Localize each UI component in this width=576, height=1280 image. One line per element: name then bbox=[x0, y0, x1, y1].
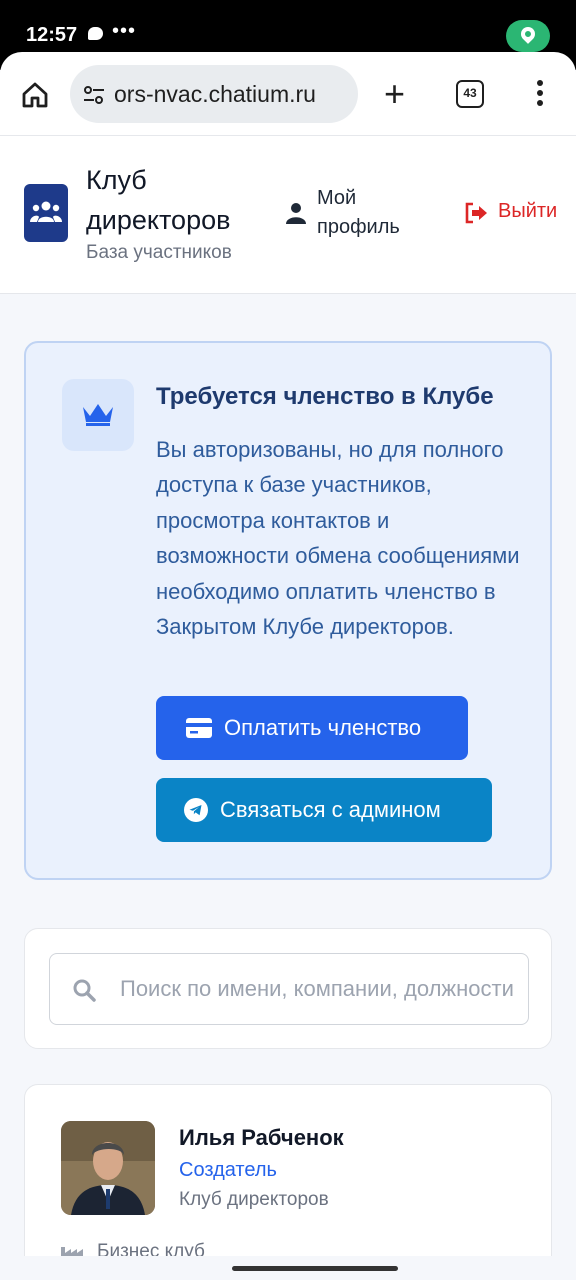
member-photo bbox=[61, 1121, 155, 1215]
search-card bbox=[24, 928, 552, 1049]
sign-out-icon bbox=[465, 202, 487, 224]
status-time: 12:57 bbox=[26, 24, 78, 46]
users-group-icon bbox=[30, 201, 62, 222]
gesture-handle[interactable] bbox=[232, 1266, 398, 1271]
member-name[interactable]: Илья Рабченок bbox=[179, 1125, 344, 1151]
member-role: Создатель bbox=[179, 1159, 277, 1181]
club-logo[interactable] bbox=[24, 184, 68, 242]
my-profile-link[interactable]: Мой профиль bbox=[286, 184, 406, 244]
pay-membership-button[interactable]: Оплатить членство bbox=[156, 696, 468, 760]
more-notifications-icon: ••• bbox=[112, 20, 137, 42]
membership-description: Вы авторизованы, но для полного доступа … bbox=[156, 437, 520, 640]
message-notification-icon bbox=[88, 27, 103, 40]
crown-icon bbox=[83, 404, 113, 426]
search-icon bbox=[73, 979, 96, 1002]
crown-badge bbox=[62, 379, 134, 451]
search-input[interactable] bbox=[120, 954, 520, 1024]
page-subtitle: База участников bbox=[86, 242, 232, 263]
tab-switcher-button[interactable]: 43 bbox=[456, 80, 484, 108]
membership-required-card: Требуется членство в Клубе Вы авторизова… bbox=[24, 341, 552, 880]
user-icon bbox=[286, 203, 306, 224]
member-card[interactable]: Илья Рабченок Создатель Клуб директоров … bbox=[24, 1084, 552, 1280]
telegram-icon bbox=[184, 798, 208, 822]
address-bar[interactable]: ors-nvac.chatium.ru bbox=[70, 65, 358, 123]
home-icon[interactable] bbox=[20, 80, 50, 110]
page-title: Клуб директоров bbox=[86, 165, 231, 235]
search-field[interactable] bbox=[49, 953, 529, 1025]
avatar bbox=[61, 1121, 155, 1215]
browser-menu-icon[interactable] bbox=[537, 80, 543, 110]
pay-membership-label: Оплатить членство bbox=[224, 715, 422, 740]
browser-toolbar: ors-nvac.chatium.ru + 43 bbox=[0, 52, 576, 136]
app-header: Клуб директоров База участников Мой проф… bbox=[0, 136, 576, 294]
membership-title: Требуется членство в Клубе bbox=[156, 383, 494, 410]
contact-admin-button[interactable]: Связаться с админом bbox=[156, 778, 492, 842]
url-text: ors-nvac.chatium.ru bbox=[114, 81, 316, 107]
new-tab-icon[interactable]: + bbox=[384, 76, 405, 112]
credit-card-icon bbox=[186, 718, 212, 738]
location-indicator-icon bbox=[506, 20, 550, 52]
contact-admin-label: Связаться с админом bbox=[220, 797, 441, 822]
site-settings-icon[interactable] bbox=[82, 83, 106, 107]
my-profile-label: Мой профиль bbox=[317, 187, 400, 238]
logout-label: Выйти bbox=[498, 200, 558, 222]
member-organization: Клуб директоров bbox=[179, 1189, 329, 1210]
